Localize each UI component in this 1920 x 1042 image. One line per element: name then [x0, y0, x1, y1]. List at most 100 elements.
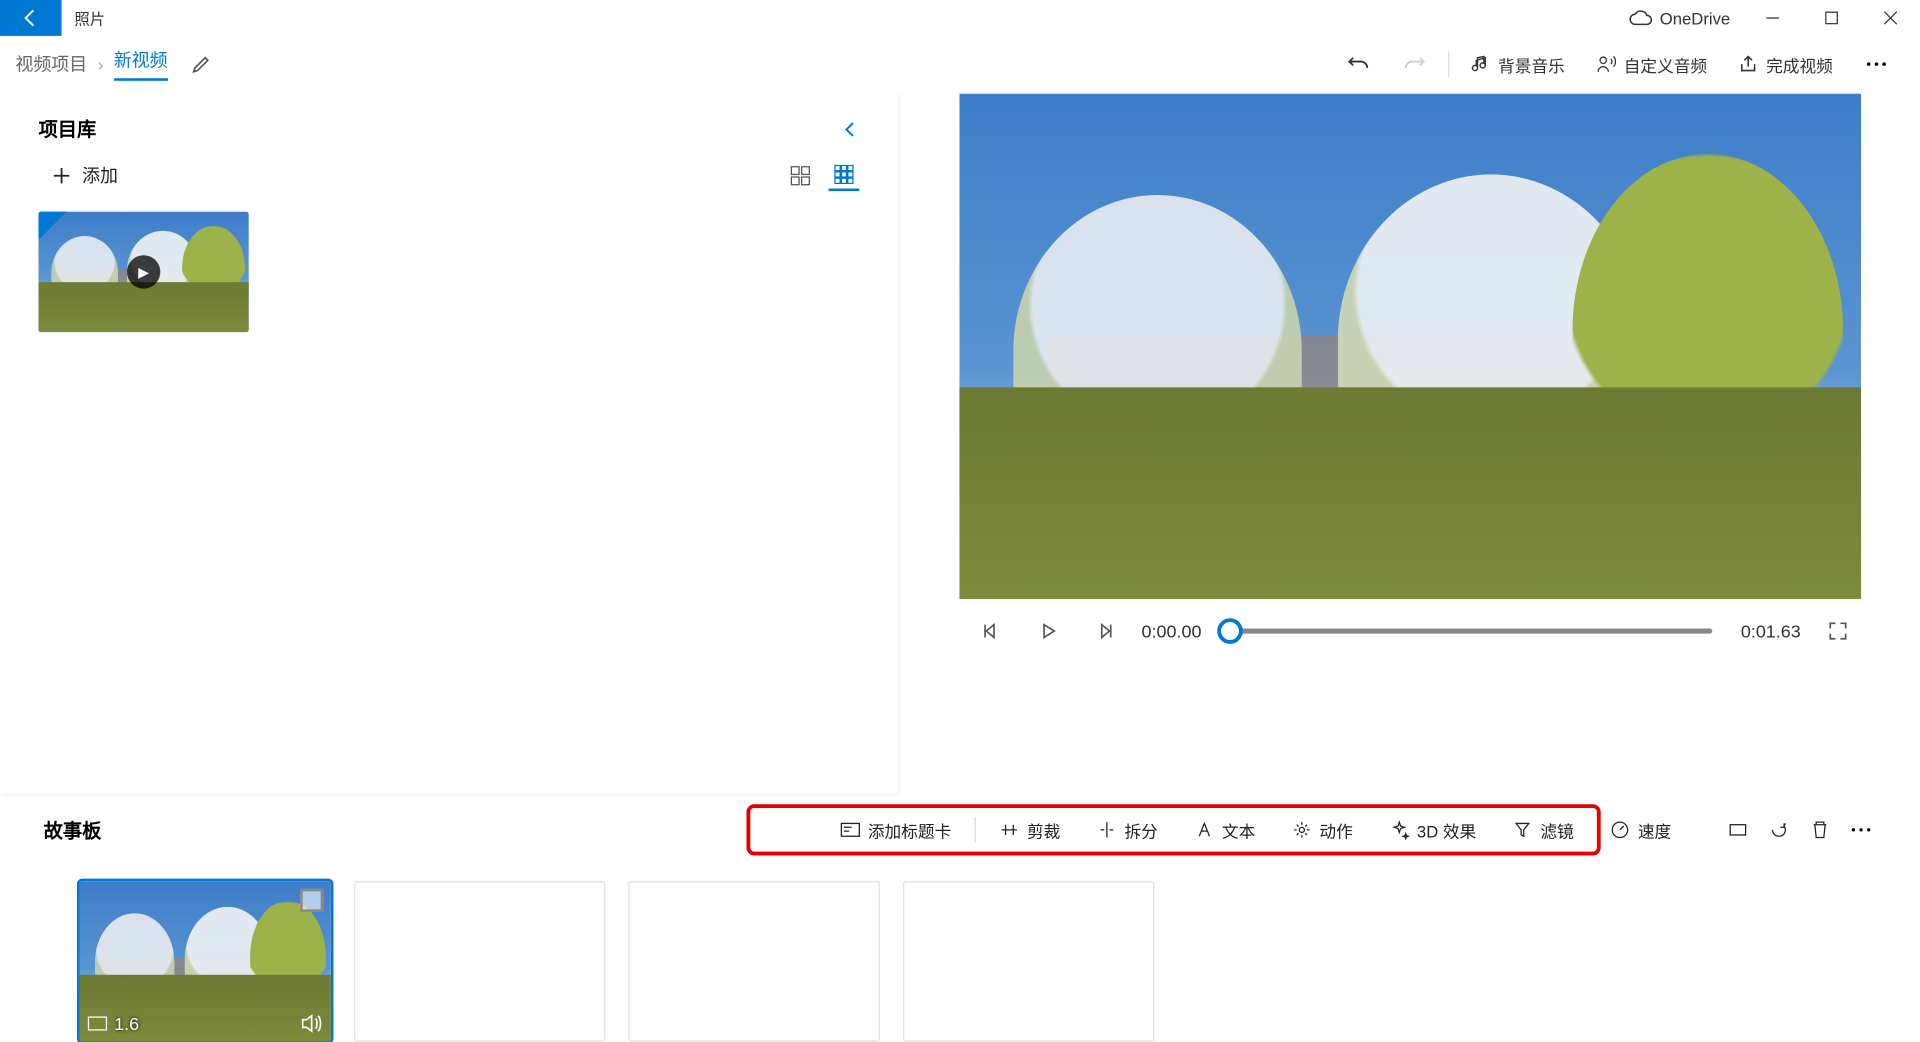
text-button[interactable]: 文本: [1176, 808, 1273, 852]
add-label: 添加: [82, 163, 118, 189]
duration-icon: [87, 1016, 108, 1031]
trash-icon: [1810, 820, 1831, 841]
fullscreen-button[interactable]: [1819, 612, 1857, 650]
fullscreen-icon: [1829, 622, 1847, 640]
split-button[interactable]: 拆分: [1078, 808, 1175, 852]
volume-icon: [300, 1013, 323, 1034]
preview-pane: 0:00.00 0:01.63: [898, 92, 1920, 794]
undo-button[interactable]: [1330, 36, 1386, 92]
storyboard-empty-slot[interactable]: [354, 881, 605, 1041]
main-body: 项目库 添加: [0, 92, 1920, 794]
clip-select-checkbox[interactable]: [300, 889, 323, 912]
preview-frame-image: [959, 94, 1861, 599]
split-icon: [1096, 820, 1117, 841]
music-icon: [1470, 54, 1491, 75]
filter-button[interactable]: 滤镜: [1494, 808, 1591, 852]
sparkle-icon: [1389, 820, 1410, 841]
chevron-left-icon: [841, 120, 859, 138]
delete-button[interactable]: [1799, 808, 1840, 852]
text-icon: [1194, 820, 1215, 841]
video-preview[interactable]: [959, 94, 1861, 599]
storyboard-clips: 1.6: [44, 855, 1882, 1041]
storyboard-clip[interactable]: 1.6: [80, 881, 331, 1041]
next-frame-button[interactable]: [1085, 612, 1123, 650]
storyboard-section: 故事板 添加标题卡 剪裁 拆分 文本: [0, 794, 1920, 1042]
maximize-icon: [1825, 12, 1838, 25]
3d-effects-button[interactable]: 3D 效果: [1371, 808, 1494, 852]
storyboard-title: 故事板: [44, 816, 102, 843]
trim-icon: [999, 820, 1020, 841]
step-back-icon: [982, 622, 1000, 640]
ellipsis-icon: [1851, 827, 1872, 832]
divider: [1448, 51, 1449, 77]
bg-music-label: 背景音乐: [1498, 52, 1565, 76]
motion-icon: [1291, 820, 1312, 841]
minimize-button[interactable]: [1743, 0, 1802, 36]
seek-slider[interactable]: [1230, 628, 1713, 633]
seek-knob[interactable]: [1217, 618, 1243, 644]
library-pane: 项目库 添加: [0, 92, 898, 794]
filter-icon: [1512, 820, 1533, 841]
app-title: 照片: [62, 7, 106, 29]
rename-button[interactable]: [191, 54, 212, 75]
export-icon: [1738, 54, 1759, 75]
view-small-button[interactable]: [829, 160, 860, 191]
used-indicator-icon: [38, 212, 66, 240]
maximize-button[interactable]: [1802, 0, 1861, 36]
ellipsis-icon: [1866, 62, 1887, 67]
clip-audio-button[interactable]: [300, 1013, 323, 1034]
more-button[interactable]: [1848, 36, 1904, 92]
pencil-icon: [191, 54, 212, 75]
player-controls: 0:00.00 0:01.63: [959, 599, 1862, 650]
onedrive-button[interactable]: OneDrive: [1616, 8, 1743, 27]
clip-duration-button[interactable]: 1.6: [87, 1013, 139, 1034]
arrow-left-icon: [21, 8, 42, 29]
play-button[interactable]: [1029, 612, 1067, 650]
title-card-icon: [840, 820, 861, 841]
breadcrumb-root[interactable]: 视频项目: [15, 51, 87, 77]
back-button[interactable]: [0, 0, 62, 36]
aspect-icon: [1728, 820, 1749, 841]
time-total: 0:01.63: [1741, 621, 1801, 642]
collapse-library-button[interactable]: [841, 120, 859, 138]
aspect-ratio-button[interactable]: [1717, 808, 1758, 852]
bg-music-button[interactable]: 背景音乐: [1454, 36, 1580, 92]
grid-2x2-icon: [790, 165, 811, 186]
storyboard-empty-slot[interactable]: [628, 881, 879, 1041]
rotate-icon: [1769, 820, 1790, 841]
view-large-button[interactable]: [785, 160, 816, 191]
custom-audio-button[interactable]: 自定义音频: [1580, 36, 1722, 92]
storyboard-empty-slot[interactable]: [903, 881, 1154, 1041]
step-forward-icon: [1095, 622, 1113, 640]
cloud-icon: [1629, 10, 1652, 25]
rotate-button[interactable]: [1758, 808, 1799, 852]
library-title: 项目库: [38, 115, 96, 142]
add-media-button[interactable]: 添加: [51, 163, 118, 189]
redo-button[interactable]: [1386, 36, 1442, 92]
library-item[interactable]: ▶: [38, 212, 248, 333]
redo-icon: [1403, 53, 1426, 76]
play-icon: [1039, 622, 1057, 640]
chevron-right-icon: ›: [97, 54, 103, 75]
trim-button[interactable]: 剪裁: [981, 808, 1078, 852]
storyboard-toolbar: 故事板 添加标题卡 剪裁 拆分 文本: [44, 804, 1882, 855]
speed-icon: [1610, 820, 1631, 841]
breadcrumb-current[interactable]: 新视频: [114, 47, 168, 80]
app-window: 照片 OneDrive 视频项目 › 新视频: [0, 0, 1920, 1041]
custom-audio-label: 自定义音频: [1624, 52, 1707, 76]
close-icon: [1884, 12, 1897, 25]
person-audio-icon: [1596, 54, 1617, 75]
grid-3x3-icon: [834, 164, 855, 185]
time-current: 0:00.00: [1142, 621, 1202, 642]
speed-button[interactable]: 速度: [1592, 808, 1689, 852]
undo-icon: [1347, 53, 1370, 76]
minimize-icon: [1766, 12, 1779, 25]
plus-icon: [51, 165, 72, 186]
add-title-card-button[interactable]: 添加标题卡: [822, 808, 970, 852]
prev-frame-button[interactable]: [972, 612, 1010, 650]
motion-button[interactable]: 动作: [1273, 808, 1370, 852]
finish-video-button[interactable]: 完成视频: [1723, 36, 1849, 92]
close-button[interactable]: [1861, 0, 1920, 36]
title-bar: 照片 OneDrive: [0, 0, 1920, 36]
storyboard-more-button[interactable]: [1841, 808, 1882, 852]
